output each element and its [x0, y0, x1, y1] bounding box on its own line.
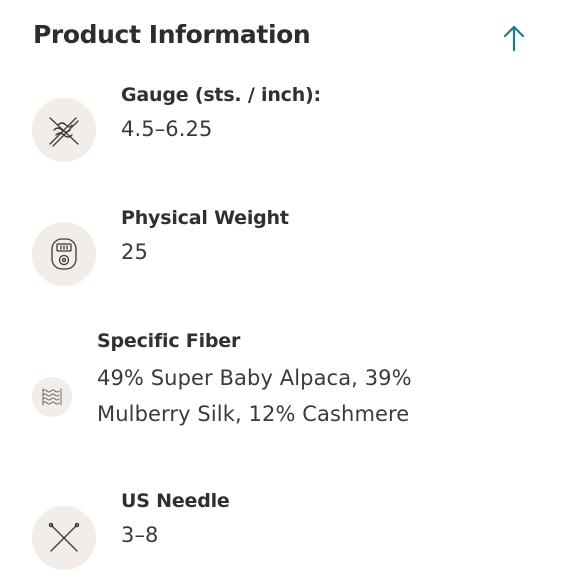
spec-row-specific-fiber: Specific Fiber 49% Super Baby Alpaca, 39…	[0, 320, 580, 470]
spec-value: 3–8	[121, 523, 159, 547]
fiber-swatch-icon	[32, 377, 72, 417]
knitting-gauge-icon	[32, 98, 96, 162]
spec-label: Physical Weight	[121, 207, 289, 229]
spec-row-us-needle: US Needle 3–8	[0, 480, 580, 580]
spec-value: 49% Super Baby Alpaca, 39% Mulberry Silk…	[97, 366, 412, 426]
arrow-up-icon	[503, 25, 525, 52]
spec-label: US Needle	[121, 490, 230, 512]
spec-value: 4.5–6.25	[121, 117, 213, 141]
product-information-header: Product Information	[0, 0, 580, 80]
row-counter-icon	[32, 222, 96, 286]
spec-row-physical-weight: Physical Weight 25	[0, 200, 580, 310]
crossed-needles-icon	[32, 506, 96, 570]
spec-value: 25	[121, 240, 148, 264]
spec-label: Specific Fiber	[97, 330, 241, 352]
section-title: Product Information	[33, 20, 311, 49]
collapse-button[interactable]	[500, 22, 530, 54]
spec-label: Gauge (sts. / inch):	[121, 84, 321, 106]
spec-row-gauge: Gauge (sts. / inch): 4.5–6.25	[0, 80, 580, 190]
